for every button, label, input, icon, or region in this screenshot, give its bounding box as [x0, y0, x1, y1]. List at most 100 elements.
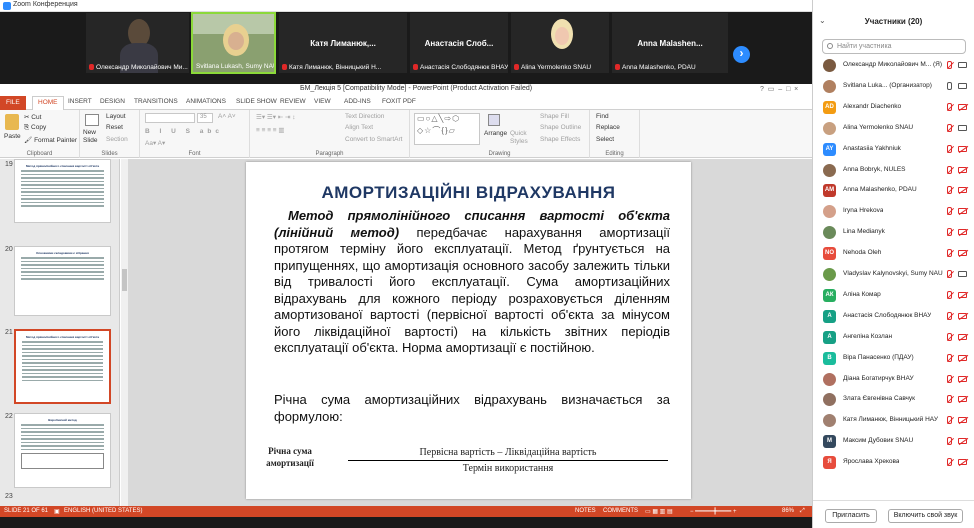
section-button[interactable]: Section	[106, 136, 128, 143]
participants-header: Участники (20)	[864, 17, 923, 26]
participant-row[interactable]: А Ангеліна Козлан	[813, 329, 974, 346]
tab-review[interactable]: REVIEW	[280, 98, 306, 105]
zoom-level[interactable]: 86%	[782, 508, 794, 514]
arrange-button[interactable]: Arrange	[484, 130, 507, 137]
ppt-window-controls-icon[interactable]: ? ▭ – □ ×	[760, 85, 798, 93]
font-group-label: Font	[188, 151, 201, 157]
participant-row[interactable]: Lina Medianyk	[813, 224, 974, 241]
tab-add-ins[interactable]: ADD-INS	[344, 98, 371, 105]
participant-row[interactable]: А Анастасія Слободянюк ВНАУ	[813, 308, 974, 325]
fit-slide-icon[interactable]: ⤢	[800, 508, 805, 515]
align-icons[interactable]: ≡ ≡ ≡ ≡ ▥	[256, 126, 285, 134]
video-tile[interactable]: Anna Malashen... Anna Malashenko, PDAU	[611, 12, 729, 74]
grow-font-icon[interactable]: A˄ A˅	[218, 113, 236, 120]
video-off-icon	[958, 145, 967, 152]
participant-row[interactable]: Катя Лиманюк, Вінницький НАУ	[813, 412, 974, 429]
participant-photo-avatar	[823, 121, 836, 135]
participant-row[interactable]: М Максим Дубовик SNAU	[813, 433, 974, 450]
participant-row[interactable]: Злата Євгенівна Савчук	[813, 391, 974, 408]
participant-row[interactable]: AD Alexandr Diachenko	[813, 99, 974, 116]
zoom-slider[interactable]: − ━━━━━╋━━━━ +	[690, 508, 736, 515]
participant-search-input[interactable]: Найти участника	[822, 39, 966, 54]
video-tile[interactable]: Alina Yermolenko SNAU	[510, 12, 610, 74]
font-style-buttons[interactable]: B I U S abc	[145, 128, 223, 135]
tab-foxit-pdf[interactable]: FOXIT PDF	[382, 98, 416, 105]
slide-thumbnail[interactable]: Виробничий метод	[14, 413, 111, 488]
slide-thumbnail[interactable]: Метод прямолінійного списання вартості о…	[14, 159, 111, 223]
tab-design[interactable]: DESIGN	[100, 98, 125, 105]
participant-row[interactable]: Iryna Hrekova	[813, 203, 974, 220]
drawing-group: ▭○△╲⇨⬡ ◇☆⌒{}▱ Arrange Quick Styles Shape…	[410, 110, 590, 158]
participant-row[interactable]: Anna Bobryk, NULES	[813, 162, 974, 179]
font-name-box[interactable]	[145, 113, 195, 123]
align-text-button[interactable]: Align Text	[345, 124, 373, 131]
video-tile[interactable]: Олександр Миколайович Ми...	[85, 12, 190, 74]
select-button[interactable]: Select	[596, 136, 614, 143]
shape-effects-button[interactable]: Shape Effects	[540, 136, 580, 143]
participant-initials-avatar: А	[823, 330, 836, 344]
participant-name: Anna Malashenko, PDAU	[843, 186, 917, 194]
mic-muted-icon	[947, 458, 952, 467]
participant-row[interactable]: Діана Богатирчук ВНАУ	[813, 371, 974, 388]
tab-view[interactable]: VIEW	[314, 98, 331, 105]
participant-row[interactable]: Олександр Миколайович М... (Я)	[813, 57, 974, 74]
comments-button[interactable]: COMMENTS	[603, 508, 638, 514]
arrange-icon[interactable]	[488, 114, 500, 126]
video-tile-active-speaker[interactable]: Svitlana Lukash, Sumy NAU	[191, 12, 276, 74]
thumbs-scrollbar[interactable]	[121, 159, 128, 506]
participant-row[interactable]: В Віра Панасенко (ПДАУ)	[813, 350, 974, 367]
tab-slide-show[interactable]: SLIDE SHOW	[236, 98, 277, 105]
bullets-icon[interactable]: ☰▾ ☰▾ ⇤ ⇥ ↕	[256, 113, 296, 121]
participant-initials-avatar: А	[823, 309, 836, 323]
participant-row[interactable]: AM Anna Malashenko, PDAU	[813, 182, 974, 199]
paste-icon[interactable]	[5, 114, 19, 130]
unmute-self-button[interactable]: Включить свой звук	[888, 509, 963, 523]
muted-mic-icon	[413, 64, 418, 70]
search-icon	[827, 43, 833, 49]
find-button[interactable]: Find	[596, 113, 609, 120]
reset-button[interactable]: Reset	[106, 124, 123, 131]
convert-smartart-button[interactable]: Convert to SmartArt	[345, 136, 402, 143]
font-color-icon[interactable]: Aa▾ A▾	[145, 139, 165, 147]
tab-file[interactable]: FILE	[0, 96, 26, 110]
shape-outline-button[interactable]: Shape Outline	[540, 124, 581, 131]
video-tile[interactable]: Анастасія Слоб... Анастасія Слободянюк В…	[409, 12, 509, 74]
quick-styles-button[interactable]: Quick Styles	[510, 130, 535, 146]
slide-thumbnail-selected[interactable]: Метод прямолінійного списання вартості о…	[14, 329, 111, 404]
shapes-gallery[interactable]: ▭○△╲⇨⬡ ◇☆⌒{}▱	[414, 113, 480, 145]
paste-button[interactable]: Paste	[4, 133, 21, 140]
mic-muted-icon	[947, 395, 952, 404]
layout-button[interactable]: Layout	[106, 113, 126, 120]
video-off-icon	[958, 187, 967, 194]
participant-initials-avatar: AY	[823, 142, 836, 156]
tab-animations[interactable]: ANIMATIONS	[186, 98, 226, 105]
invite-button[interactable]: Пригласить	[825, 509, 877, 523]
participant-row[interactable]: Svitlana Luka... (Организатор)	[813, 78, 974, 95]
spellcheck-icon[interactable]: ▣	[54, 508, 60, 515]
participant-row[interactable]: AY Anastasiia Yakhniuk	[813, 141, 974, 158]
participant-row[interactable]: Vladyslav Kalynovskyi, Sumy NAU	[813, 266, 974, 283]
text-direction-button[interactable]: Text Direction	[345, 113, 384, 120]
participant-row[interactable]: АК Аліна Комар	[813, 287, 974, 304]
shape-fill-button[interactable]: Shape Fill	[540, 113, 569, 120]
new-slide-icon[interactable]	[85, 114, 99, 126]
notes-button[interactable]: NOTES	[575, 508, 596, 514]
font-size-box[interactable]: 35	[197, 113, 213, 123]
participant-row[interactable]: Alina Yermolenko SNAU	[813, 120, 974, 137]
tab-transitions[interactable]: TRANSITIONS	[134, 98, 178, 105]
language-indicator[interactable]: ENGLISH (UNITED STATES)	[64, 508, 142, 514]
replace-button[interactable]: Replace	[596, 124, 620, 131]
participant-row[interactable]: Я Ярослава Хрекова	[813, 454, 974, 471]
new-slide-button[interactable]: New Slide	[83, 129, 103, 145]
video-on-icon	[958, 124, 967, 131]
view-mode-icons[interactable]: ▭ ▦ ▥ ▤	[645, 508, 673, 515]
participant-row[interactable]: NO Nehoda Oleh	[813, 245, 974, 262]
tab-home[interactable]: HOME	[32, 96, 64, 110]
participant-photo-avatar	[823, 226, 836, 240]
video-tile[interactable]: Катя Лиманюк,... Катя Лиманюк, Вінницьки…	[278, 12, 408, 74]
video-off-icon	[958, 312, 967, 319]
tab-insert[interactable]: INSERT	[68, 98, 92, 105]
next-page-arrow-icon[interactable]: ›	[733, 46, 750, 63]
slide-thumbnail[interactable]: Основними складовими є зібрання	[14, 246, 111, 316]
current-slide[interactable]: АМОРТИЗАЦІЙНІ ВІДРАХУВАННЯ Метод прямолі…	[246, 162, 691, 499]
